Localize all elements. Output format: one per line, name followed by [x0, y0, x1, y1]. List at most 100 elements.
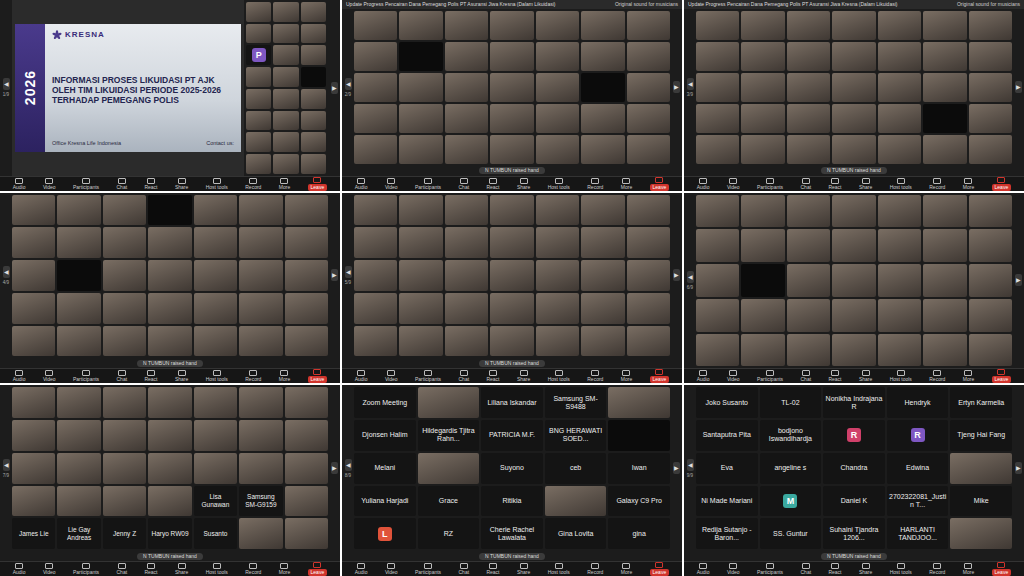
next-arrow-icon[interactable]: ▶: [673, 269, 680, 281]
toolbar-button[interactable]: Host tools: [890, 563, 912, 575]
toolbar-button[interactable]: Record: [929, 178, 945, 190]
prev-arrow-icon[interactable]: ◀: [3, 459, 10, 471]
toolbar-button[interactable]: Video: [385, 370, 398, 382]
toolbar-button[interactable]: Record: [245, 563, 261, 575]
toolbar-button[interactable]: Chat: [800, 563, 811, 575]
toolbar-button[interactable]: React: [486, 178, 499, 190]
toolbar-button[interactable]: Chat: [458, 563, 469, 575]
toolbar-button[interactable]: Video: [385, 178, 398, 190]
toolbar-button[interactable]: Audio: [355, 178, 368, 190]
prev-arrow-icon[interactable]: ◀: [345, 459, 352, 471]
toolbar-button[interactable]: Participants: [415, 370, 441, 382]
toolbar-button[interactable]: React: [486, 563, 499, 575]
toolbar-button[interactable]: Chat: [458, 178, 469, 190]
toolbar-button[interactable]: Audio: [13, 370, 26, 382]
toolbar-button[interactable]: Video: [43, 370, 56, 382]
toolbar-button[interactable]: Record: [245, 370, 261, 382]
toolbar-button[interactable]: More: [621, 370, 632, 382]
toolbar-button[interactable]: Host tools: [548, 563, 570, 575]
toolbar-button[interactable]: React: [828, 370, 841, 382]
toolbar-button[interactable]: Chat: [116, 370, 127, 382]
prev-arrow-icon[interactable]: ◀: [687, 78, 694, 90]
prev-arrow-icon[interactable]: ◀: [345, 266, 352, 278]
toolbar-button[interactable]: Chat: [800, 370, 811, 382]
prev-arrow-icon[interactable]: ◀: [687, 271, 694, 283]
audio-status[interactable]: Original sound for musicians: [957, 1, 1020, 8]
next-arrow-icon[interactable]: ▶: [1015, 81, 1022, 93]
toolbar-button[interactable]: Participants: [757, 563, 783, 575]
audio-status[interactable]: Original sound for musicians: [615, 1, 678, 8]
toolbar-button[interactable]: Audio: [697, 563, 710, 575]
toolbar-button[interactable]: Record: [929, 370, 945, 382]
next-arrow-icon[interactable]: ▶: [331, 269, 338, 281]
toolbar-button[interactable]: Audio: [697, 370, 710, 382]
toolbar-button[interactable]: Share: [175, 370, 188, 382]
toolbar-button[interactable]: More: [963, 563, 974, 575]
toolbar-button[interactable]: More: [279, 563, 290, 575]
leave-button[interactable]: Leave: [992, 369, 1012, 383]
toolbar-button[interactable]: React: [828, 178, 841, 190]
toolbar-button[interactable]: Audio: [13, 563, 26, 575]
toolbar-button[interactable]: More: [279, 370, 290, 382]
toolbar-button[interactable]: Chat: [116, 563, 127, 575]
toolbar-button[interactable]: Video: [43, 178, 56, 190]
toolbar-button[interactable]: More: [621, 563, 632, 575]
next-arrow-icon[interactable]: ▶: [673, 81, 680, 93]
toolbar-button[interactable]: Share: [859, 370, 872, 382]
toolbar-button[interactable]: More: [279, 178, 290, 190]
toolbar-button[interactable]: Host tools: [206, 370, 228, 382]
toolbar-button[interactable]: Participants: [73, 563, 99, 575]
leave-button[interactable]: Leave: [308, 562, 328, 576]
toolbar-button[interactable]: Record: [929, 563, 945, 575]
toolbar-button[interactable]: Record: [587, 563, 603, 575]
toolbar-button[interactable]: More: [963, 370, 974, 382]
toolbar-button[interactable]: Audio: [697, 178, 710, 190]
next-arrow-icon[interactable]: ▶: [331, 462, 338, 474]
leave-button[interactable]: Leave: [992, 562, 1012, 576]
toolbar-button[interactable]: Share: [517, 178, 530, 190]
toolbar-button[interactable]: Chat: [458, 370, 469, 382]
leave-button[interactable]: Leave: [650, 369, 670, 383]
toolbar-button[interactable]: Video: [43, 563, 56, 575]
toolbar-button[interactable]: Host tools: [206, 563, 228, 575]
next-arrow-icon[interactable]: ▶: [1015, 274, 1022, 286]
toolbar-button[interactable]: Participants: [73, 178, 99, 190]
toolbar-button[interactable]: React: [486, 370, 499, 382]
toolbar-button[interactable]: Video: [385, 563, 398, 575]
toolbar-button[interactable]: Chat: [800, 178, 811, 190]
toolbar-button[interactable]: React: [144, 563, 157, 575]
leave-button[interactable]: Leave: [308, 369, 328, 383]
toolbar-button[interactable]: Share: [859, 178, 872, 190]
prev-arrow-icon[interactable]: ◀: [687, 459, 694, 471]
toolbar-button[interactable]: Audio: [13, 178, 26, 190]
toolbar-button[interactable]: Host tools: [548, 370, 570, 382]
next-arrow-icon[interactable]: ▶: [1015, 462, 1022, 474]
toolbar-button[interactable]: Share: [517, 370, 530, 382]
toolbar-button[interactable]: More: [621, 178, 632, 190]
toolbar-button[interactable]: Video: [727, 178, 740, 190]
toolbar-button[interactable]: Video: [727, 563, 740, 575]
toolbar-button[interactable]: Share: [175, 178, 188, 190]
toolbar-button[interactable]: More: [963, 178, 974, 190]
prev-arrow-icon[interactable]: ◀: [345, 78, 352, 90]
toolbar-button[interactable]: Record: [587, 178, 603, 190]
prev-arrow-icon[interactable]: ◀: [3, 78, 10, 90]
toolbar-button[interactable]: Record: [587, 370, 603, 382]
leave-button[interactable]: Leave: [650, 177, 670, 191]
toolbar-button[interactable]: Host tools: [206, 178, 228, 190]
toolbar-button[interactable]: Host tools: [890, 178, 912, 190]
leave-button[interactable]: Leave: [308, 177, 328, 191]
toolbar-button[interactable]: React: [144, 178, 157, 190]
toolbar-button[interactable]: Host tools: [890, 370, 912, 382]
toolbar-button[interactable]: Record: [245, 178, 261, 190]
toolbar-button[interactable]: Audio: [355, 370, 368, 382]
next-arrow-icon[interactable]: ▶: [331, 82, 338, 94]
toolbar-button[interactable]: Participants: [757, 370, 783, 382]
toolbar-button[interactable]: Chat: [116, 178, 127, 190]
leave-button[interactable]: Leave: [992, 177, 1012, 191]
toolbar-button[interactable]: Share: [859, 563, 872, 575]
toolbar-button[interactable]: React: [828, 563, 841, 575]
toolbar-button[interactable]: Host tools: [548, 178, 570, 190]
toolbar-button[interactable]: Share: [517, 563, 530, 575]
leave-button[interactable]: Leave: [650, 562, 670, 576]
